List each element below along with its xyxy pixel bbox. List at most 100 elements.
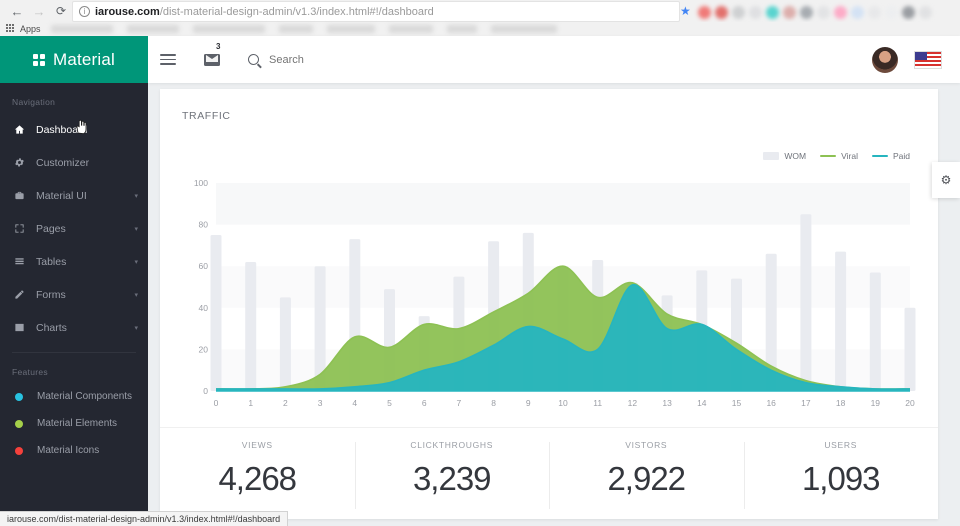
apps-label[interactable]: Apps: [20, 24, 41, 34]
legend-item-wom[interactable]: WOM: [763, 151, 806, 161]
nav-section-title-navigation: Navigation: [12, 97, 56, 107]
legend-swatch-icon: [820, 155, 837, 157]
sidebar-feature-material-elements[interactable]: Material Elements: [0, 410, 148, 437]
legend-swatch-icon: [871, 155, 888, 157]
status-dot-icon: [15, 392, 23, 401]
stat-value: 1,093: [801, 460, 881, 497]
sidebar-item-customizer[interactable]: Customizer: [0, 146, 148, 179]
extension-icons[interactable]: [698, 2, 960, 22]
apps-grid-icon[interactable]: [6, 24, 16, 34]
sidebar-item-tables[interactable]: Tables ▾: [0, 245, 148, 278]
reload-icon[interactable]: ⟳: [50, 0, 72, 22]
chart-svg: 0204060801000 1 2 3 4 5 6 7 8 9 10 11 12 13 14 15 16 17 18…: [194, 178, 916, 408]
sidebar-feature-label: Material Components: [37, 391, 133, 402]
search-box[interactable]: [248, 53, 469, 66]
sidebar-item-pages[interactable]: Pages ▾: [0, 212, 148, 245]
extension-icon[interactable]: [783, 5, 796, 19]
svg-text:20: 20: [905, 398, 915, 408]
bookmark-item[interactable]: [490, 25, 557, 33]
stat-value: 4,268: [218, 460, 297, 497]
bookmark-item[interactable]: [278, 25, 313, 33]
svg-text:14: 14: [697, 398, 707, 408]
chart-legend: WOM Viral Paid: [763, 151, 910, 161]
chevron-down-icon[interactable]: ▾: [134, 192, 138, 200]
bookmark-items[interactable]: [50, 25, 960, 33]
bookmark-item[interactable]: [192, 25, 265, 33]
svg-text:1: 1: [248, 398, 253, 408]
svg-text:9: 9: [526, 398, 531, 408]
avatar[interactable]: [872, 46, 898, 73]
extension-icon[interactable]: [817, 5, 830, 19]
bookmark-star-icon[interactable]: ★: [680, 4, 691, 18]
extension-icon[interactable]: [732, 5, 745, 19]
table-icon: [12, 256, 26, 267]
feature-list: Material Components Material Elements Mate…: [0, 383, 148, 464]
extension-icon[interactable]: [834, 5, 847, 19]
traffic-chart: 0 20 40 60 80 100 0 1 2 3 4 5 6 7 8 9 10 11 12 13 14 15 16 17 18…: [180, 177, 922, 417]
svg-text:15: 15: [732, 398, 742, 408]
svg-text:13: 13: [662, 398, 672, 408]
chevron-down-icon[interactable]: ▾: [134, 258, 138, 266]
bookmark-item[interactable]: [388, 25, 433, 33]
forward-icon[interactable]: →: [28, 0, 50, 22]
svg-text:40: 40: [199, 303, 209, 313]
extension-icon[interactable]: [885, 5, 898, 19]
search-icon[interactable]: [248, 54, 259, 65]
bookmarks-bar: Apps: [0, 22, 960, 36]
extension-icon[interactable]: [902, 5, 915, 19]
sidebar-item-material-ui[interactable]: Material UI ▾: [0, 179, 148, 212]
mail-button[interactable]: 3: [204, 42, 220, 66]
svg-text:0: 0: [203, 386, 208, 396]
brand-header[interactable]: Material: [0, 36, 148, 83]
hamburger-menu-icon[interactable]: [160, 54, 176, 65]
extension-icon[interactable]: [851, 5, 864, 19]
settings-gear-tab[interactable]: ⚙: [932, 162, 960, 198]
chevron-down-icon[interactable]: ▾: [134, 291, 138, 299]
extension-icon[interactable]: [868, 5, 881, 19]
extension-icon[interactable]: [715, 5, 728, 19]
sidebar-item-forms[interactable]: Forms ▾: [0, 278, 148, 311]
search-input[interactable]: [269, 53, 469, 66]
svg-text:100: 100: [194, 178, 208, 188]
info-icon[interactable]: i: [79, 6, 90, 17]
address-bar[interactable]: i iarouse.com/dist-material-design-admin…: [72, 1, 680, 22]
bookmark-item[interactable]: [50, 25, 113, 33]
stat-label: VISTORS: [625, 440, 668, 450]
sidebar-item-label: Tables: [36, 255, 67, 268]
sidebar-item-label: Forms: [36, 288, 66, 301]
extension-icon[interactable]: [698, 5, 711, 19]
svg-text:6: 6: [422, 398, 427, 408]
chevron-down-icon[interactable]: ▾: [134, 324, 138, 332]
back-icon[interactable]: ←: [6, 0, 28, 22]
svg-text:8: 8: [491, 398, 496, 408]
us-flag-icon[interactable]: [914, 50, 942, 69]
legend-label: Viral: [841, 151, 858, 161]
status-dot-icon: [15, 419, 23, 428]
svg-text:16: 16: [766, 398, 776, 408]
svg-text:12: 12: [628, 398, 638, 408]
home-icon: [12, 124, 26, 135]
stat-value: 2,922: [607, 460, 686, 497]
bookmark-item[interactable]: [126, 25, 179, 33]
sidebar-feature-material-icons[interactable]: Material Icons: [0, 437, 148, 464]
chevron-down-icon[interactable]: ▾: [134, 225, 138, 233]
svg-text:2: 2: [283, 398, 288, 408]
extension-icon[interactable]: [800, 5, 813, 19]
extension-icon[interactable]: [749, 5, 762, 19]
extension-icon[interactable]: [919, 5, 932, 19]
bookmark-item[interactable]: [326, 25, 375, 33]
legend-item-viral[interactable]: Viral: [820, 151, 858, 161]
traffic-card: TRAFFIC WOM Viral Paid 0 20 40 60 80 100 0 1 2 3 4 5 6…: [160, 89, 938, 519]
extension-icon[interactable]: [766, 5, 779, 19]
sidebar-item-charts[interactable]: Charts ▾: [0, 311, 148, 344]
bookmark-item[interactable]: [446, 25, 477, 33]
sidebar-feature-material-components[interactable]: Material Components: [0, 383, 148, 410]
main-content: TRAFFIC WOM Viral Paid 0 20 40 60 80 100 0 1 2 3 4 5 6…: [148, 83, 960, 526]
svg-text:17: 17: [801, 398, 811, 408]
settings-gear-icon: ⚙: [940, 173, 952, 187]
expand-icon: [12, 223, 26, 234]
legend-item-paid[interactable]: Paid: [871, 151, 910, 161]
app-bar-right: [872, 46, 942, 73]
svg-text:0: 0: [214, 398, 219, 408]
svg-text:10: 10: [558, 398, 568, 408]
